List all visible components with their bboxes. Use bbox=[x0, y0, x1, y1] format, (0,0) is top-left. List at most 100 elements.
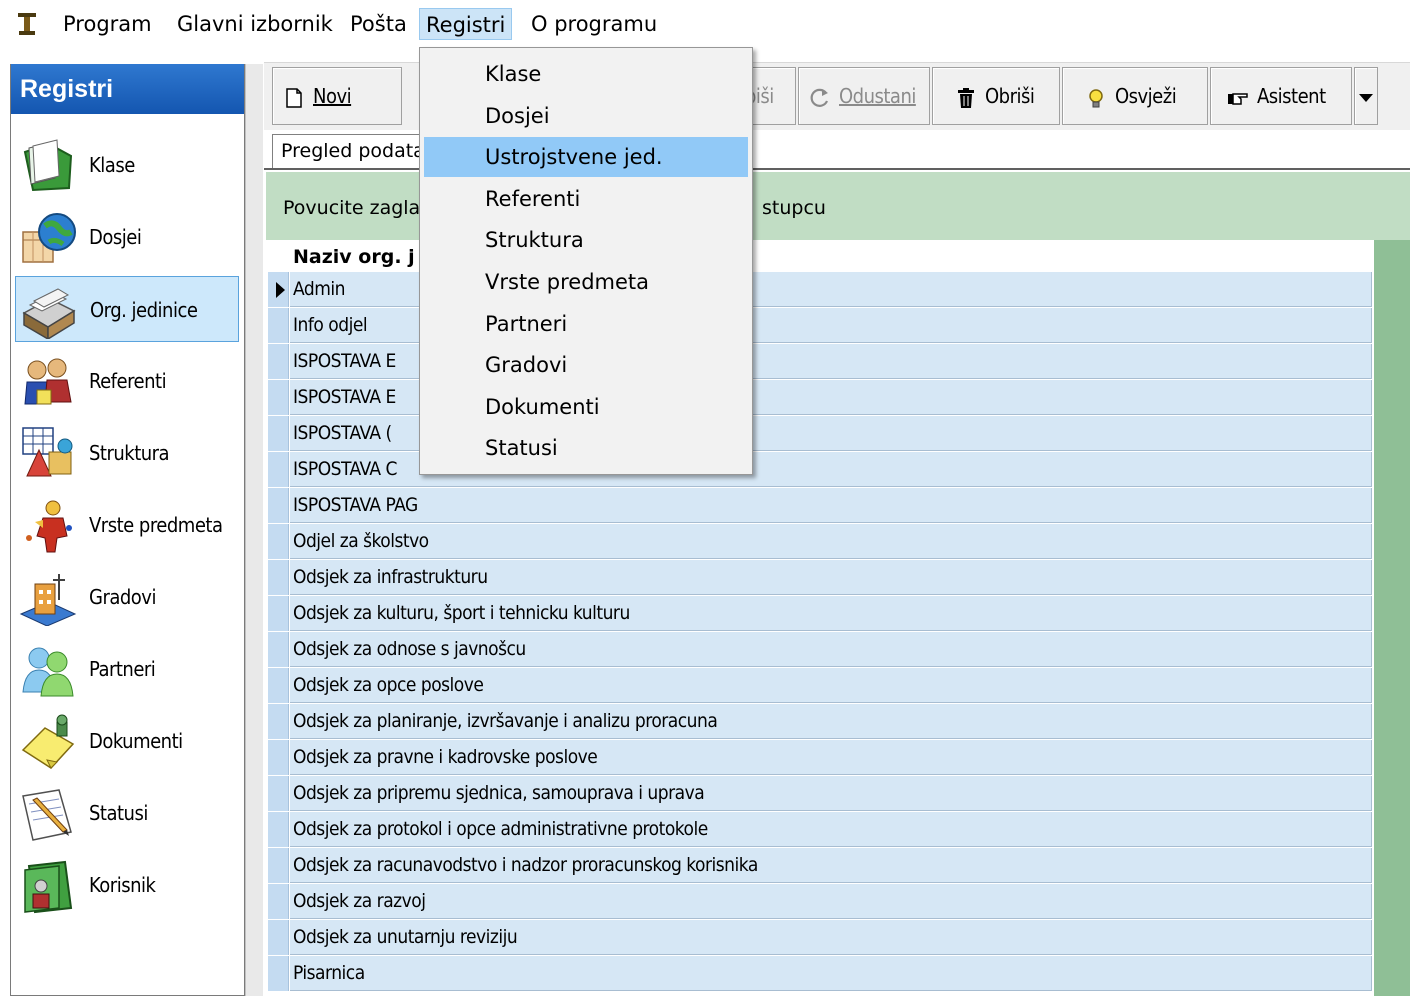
table-row[interactable]: Odsjek za opce poslove bbox=[266, 668, 1374, 704]
row-indicator[interactable] bbox=[268, 596, 289, 631]
group-by-hint-start: Povucite zagla bbox=[283, 197, 421, 219]
sidebar-item-label: Korisnik bbox=[89, 873, 156, 897]
sidebar-item-referenti[interactable]: Referenti bbox=[15, 348, 239, 414]
sidebar-item-dokumenti[interactable]: Dokumenti bbox=[15, 708, 239, 774]
registri-sidebar: Registri Klase Dosjei Org. jedinice Refe… bbox=[10, 64, 245, 996]
table-row[interactable]: Odsjek za pripremu sjednica, samouprava … bbox=[266, 776, 1374, 812]
row-indicator[interactable] bbox=[268, 272, 289, 307]
sidebar-item-gradovi[interactable]: Gradovi bbox=[15, 564, 239, 630]
menu-o-programu[interactable]: O programu bbox=[525, 8, 663, 40]
partners-icon bbox=[22, 647, 74, 697]
dropdown-item[interactable]: Dosjei bbox=[424, 96, 748, 136]
row-indicator[interactable] bbox=[268, 560, 289, 595]
table-row[interactable]: Odsjek za odnose s javnošcu bbox=[266, 632, 1374, 668]
table-cell[interactable]: Odsjek za unutarnju reviziju bbox=[290, 920, 1372, 955]
row-indicator[interactable] bbox=[268, 956, 289, 991]
dropdown-item[interactable]: Struktura bbox=[424, 220, 748, 260]
row-indicator[interactable] bbox=[268, 308, 289, 343]
current-row-arrow-icon bbox=[276, 282, 285, 298]
column-header-naziv[interactable]: Naziv org. j bbox=[293, 240, 415, 272]
sidebar-item-vrste-predmeta[interactable]: Vrste predmeta bbox=[15, 492, 239, 558]
dropdown-item[interactable]: Ustrojstvene jed. bbox=[424, 137, 748, 178]
sidebar-item-struktura[interactable]: Struktura bbox=[15, 420, 239, 486]
dropdown-item[interactable]: Klase bbox=[424, 54, 748, 94]
table-row[interactable]: Odsjek za razvoj bbox=[266, 884, 1374, 920]
sidebar-item-klase[interactable]: Klase bbox=[15, 132, 239, 198]
table-cell[interactable]: Odsjek za pripremu sjednica, samouprava … bbox=[290, 776, 1372, 811]
table-row[interactable]: Odjel za školstvo bbox=[266, 524, 1374, 560]
sidebar-item-label: Dokumenti bbox=[89, 729, 183, 753]
row-indicator[interactable] bbox=[268, 848, 289, 883]
table-row[interactable]: Pisarnica bbox=[266, 956, 1374, 992]
menu-glavni-izbornik[interactable]: Glavni izbornik bbox=[171, 8, 339, 40]
dropdown-item[interactable]: Statusi bbox=[424, 428, 748, 468]
row-indicator[interactable] bbox=[268, 776, 289, 811]
tab-pregled-podataka[interactable]: Pregled podata bbox=[272, 134, 422, 168]
asistent-dropdown-button[interactable] bbox=[1354, 67, 1378, 125]
odustani-button[interactable]: Odustani bbox=[798, 67, 930, 125]
dropdown-item[interactable]: Gradovi bbox=[424, 345, 748, 385]
panel-splitter[interactable] bbox=[245, 64, 263, 996]
sidebar-item-statusi[interactable]: Statusi bbox=[15, 780, 239, 846]
row-indicator[interactable] bbox=[268, 380, 289, 415]
dropdown-item[interactable]: Partneri bbox=[424, 304, 748, 344]
menu-posta[interactable]: Pošta bbox=[344, 8, 413, 40]
sidebar-item-korisnik[interactable]: Korisnik bbox=[15, 852, 239, 918]
table-cell[interactable]: Odsjek za kulturu, šport i tehnicku kult… bbox=[290, 596, 1372, 631]
row-indicator[interactable] bbox=[268, 812, 289, 847]
asistent-button[interactable]: Asistent bbox=[1210, 67, 1352, 125]
dropdown-item[interactable]: Referenti bbox=[424, 179, 748, 219]
menu-registri[interactable]: Registri bbox=[419, 8, 513, 40]
table-cell[interactable]: Odsjek za pravne i kadrovske poslove bbox=[290, 740, 1372, 775]
odustani-label: Odustani bbox=[839, 84, 916, 108]
figure-icon bbox=[26, 500, 72, 553]
sidebar-item-dosjei[interactable]: Dosjei bbox=[15, 204, 239, 270]
table-cell[interactable]: Odjel za školstvo bbox=[290, 524, 1372, 559]
row-indicator[interactable] bbox=[268, 416, 289, 451]
row-indicator[interactable] bbox=[268, 344, 289, 379]
table-cell[interactable]: ISPOSTAVA PAG bbox=[290, 488, 1372, 523]
city-icon bbox=[19, 574, 77, 626]
table-row[interactable]: Odsjek za kulturu, šport i tehnicku kult… bbox=[266, 596, 1374, 632]
sidebar-item-label: Gradovi bbox=[89, 585, 156, 609]
novi-button[interactable]: Novi bbox=[272, 67, 402, 125]
row-indicator[interactable] bbox=[268, 740, 289, 775]
group-by-hint-end: stupcu bbox=[762, 197, 826, 219]
row-indicator[interactable] bbox=[268, 920, 289, 955]
obrisi-button[interactable]: Obriši bbox=[932, 67, 1060, 125]
row-indicator[interactable] bbox=[268, 884, 289, 919]
row-indicator[interactable] bbox=[268, 452, 289, 487]
sidebar-item-partneri[interactable]: Partneri bbox=[15, 636, 239, 702]
dropdown-item[interactable]: Dokumenti bbox=[424, 387, 748, 427]
osvjezi-button[interactable]: Osvježi bbox=[1062, 67, 1208, 125]
registri-dropdown-menu: Klase Dosjei Ustrojstvene jed. Referenti Str… bbox=[419, 47, 753, 475]
table-row[interactable]: ISPOSTAVA PAG bbox=[266, 488, 1374, 524]
sidebar-item-org-jedinice[interactable]: Org. jedinice bbox=[15, 276, 239, 342]
table-cell[interactable]: Odsjek za protokol i opce administrativn… bbox=[290, 812, 1372, 847]
table-row[interactable]: Odsjek za infrastrukturu bbox=[266, 560, 1374, 596]
table-cell[interactable]: Odsjek za opce poslove bbox=[290, 668, 1372, 703]
row-indicator[interactable] bbox=[268, 668, 289, 703]
sidebar-item-label: Vrste predmeta bbox=[89, 513, 223, 537]
table-cell[interactable]: Odsjek za planiranje, izvršavanje i anal… bbox=[290, 704, 1372, 739]
row-indicator[interactable] bbox=[268, 704, 289, 739]
new-document-icon bbox=[286, 87, 302, 108]
table-row[interactable]: Odsjek za protokol i opce administrativn… bbox=[266, 812, 1374, 848]
table-row[interactable]: Odsjek za pravne i kadrovske poslove bbox=[266, 740, 1374, 776]
menu-program[interactable]: Program bbox=[57, 8, 158, 40]
table-row[interactable]: Odsjek za unutarnju reviziju bbox=[266, 920, 1374, 956]
row-indicator[interactable] bbox=[268, 632, 289, 667]
table-row[interactable]: Odsjek za planiranje, izvršavanje i anal… bbox=[266, 704, 1374, 740]
table-cell[interactable]: Odsjek za infrastrukturu bbox=[290, 560, 1372, 595]
dropdown-item[interactable]: Vrste predmeta bbox=[424, 262, 748, 302]
row-indicator[interactable] bbox=[268, 488, 289, 523]
table-cell[interactable]: Odsjek za razvoj bbox=[290, 884, 1372, 919]
table-row[interactable]: Odsjek za racunavodstvo i nadzor proracu… bbox=[266, 848, 1374, 884]
undo-icon bbox=[810, 88, 829, 107]
row-indicator[interactable] bbox=[268, 524, 289, 559]
table-cell[interactable]: Odsjek za racunavodstvo i nadzor proracu… bbox=[290, 848, 1372, 883]
table-cell[interactable]: Pisarnica bbox=[290, 956, 1372, 991]
table-cell[interactable]: Odsjek za odnose s javnošcu bbox=[290, 632, 1372, 667]
sidebar-title: Registri bbox=[11, 64, 244, 114]
sidebar-item-label: Struktura bbox=[89, 441, 170, 465]
